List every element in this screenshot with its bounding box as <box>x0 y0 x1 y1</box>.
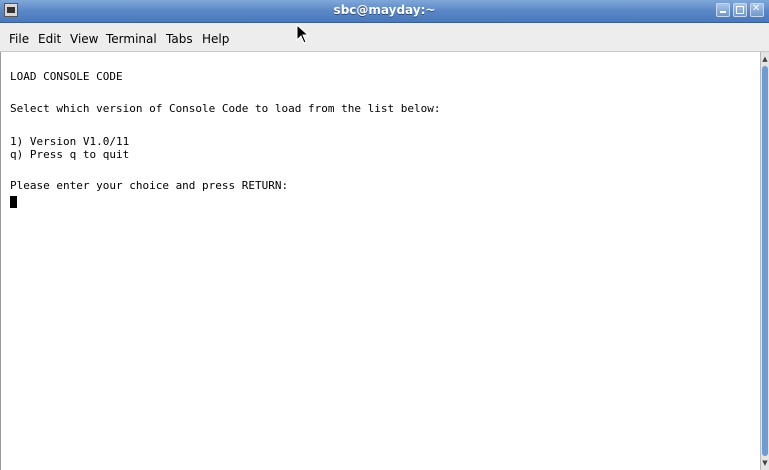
terminal-output[interactable]: LOAD CONSOLE CODE Select which version o… <box>0 52 760 470</box>
terminal-line-heading: LOAD CONSOLE CODE <box>10 70 123 83</box>
text-cursor <box>10 196 17 208</box>
menu-terminal[interactable]: Terminal <box>106 32 157 46</box>
menu-file[interactable]: File <box>9 32 29 46</box>
minimize-icon[interactable] <box>716 3 730 17</box>
menu-view[interactable]: View <box>70 32 98 46</box>
terminal-line-prompt-select: Select which version of Console Code to … <box>10 102 441 115</box>
mouse-pointer-icon <box>296 24 310 44</box>
window-titlebar[interactable]: sbc@mayday:~ <box>0 0 769 23</box>
scroll-down-arrow-icon[interactable]: ▼ <box>761 458 769 468</box>
window-title: sbc@mayday:~ <box>333 3 436 17</box>
menu-bar: File Edit View Terminal Tabs Help <box>0 23 769 52</box>
close-icon[interactable] <box>750 3 764 17</box>
menu-help[interactable]: Help <box>202 32 229 46</box>
terminal-line-option-1: 1) Version V1.0/11 <box>10 135 130 148</box>
vertical-scrollbar[interactable]: ▲ ▼ <box>760 52 769 470</box>
maximize-icon[interactable] <box>733 3 747 17</box>
menu-edit[interactable]: Edit <box>38 32 61 46</box>
terminal-line-option-q: q) Press q to quit <box>10 148 130 161</box>
menu-tabs[interactable]: Tabs <box>166 32 193 46</box>
scroll-up-arrow-icon[interactable]: ▲ <box>761 54 769 64</box>
scroll-thumb[interactable] <box>762 66 768 456</box>
terminal-line-enter-choice: Please enter your choice and press RETUR… <box>10 179 289 192</box>
